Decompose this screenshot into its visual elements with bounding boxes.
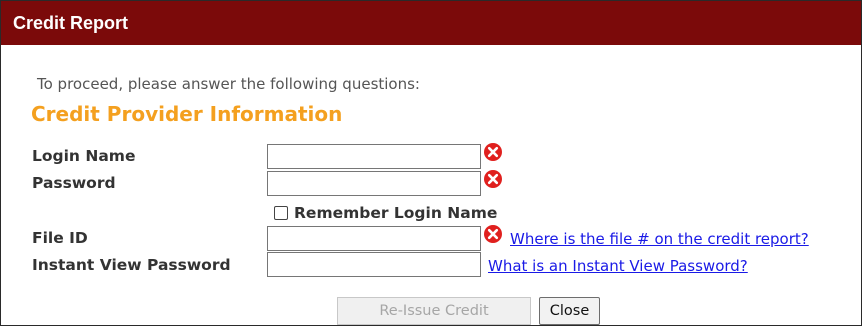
password-label: Password [32,174,116,192]
instant-view-help-link[interactable]: What is an Instant View Password? [488,257,748,275]
login-name-input[interactable] [267,144,481,169]
file-id-input[interactable] [267,226,481,251]
remember-login-row[interactable]: Remember Login Name [274,204,497,222]
error-icon [484,225,502,243]
remember-login-checkbox[interactable] [274,206,288,220]
error-icon [484,170,502,188]
password-input[interactable] [267,171,481,196]
credit-report-dialog: Credit Report To proceed, please answer … [0,0,862,326]
instant-view-password-label: Instant View Password [32,256,231,274]
close-button[interactable]: Close [539,297,600,325]
error-icon [484,143,502,161]
reissue-credit-button[interactable]: Re-Issue Credit [337,297,531,325]
section-title: Credit Provider Information [31,102,343,126]
file-number-help-link[interactable]: Where is the file # on the credit report… [510,230,809,248]
dialog-title: Credit Report [1,1,861,45]
login-name-label: Login Name [32,147,136,165]
remember-login-label: Remember Login Name [294,204,498,222]
file-id-label: File ID [32,229,88,247]
instant-view-password-input[interactable] [267,252,481,277]
instructions-text: To proceed, please answer the following … [37,75,420,93]
